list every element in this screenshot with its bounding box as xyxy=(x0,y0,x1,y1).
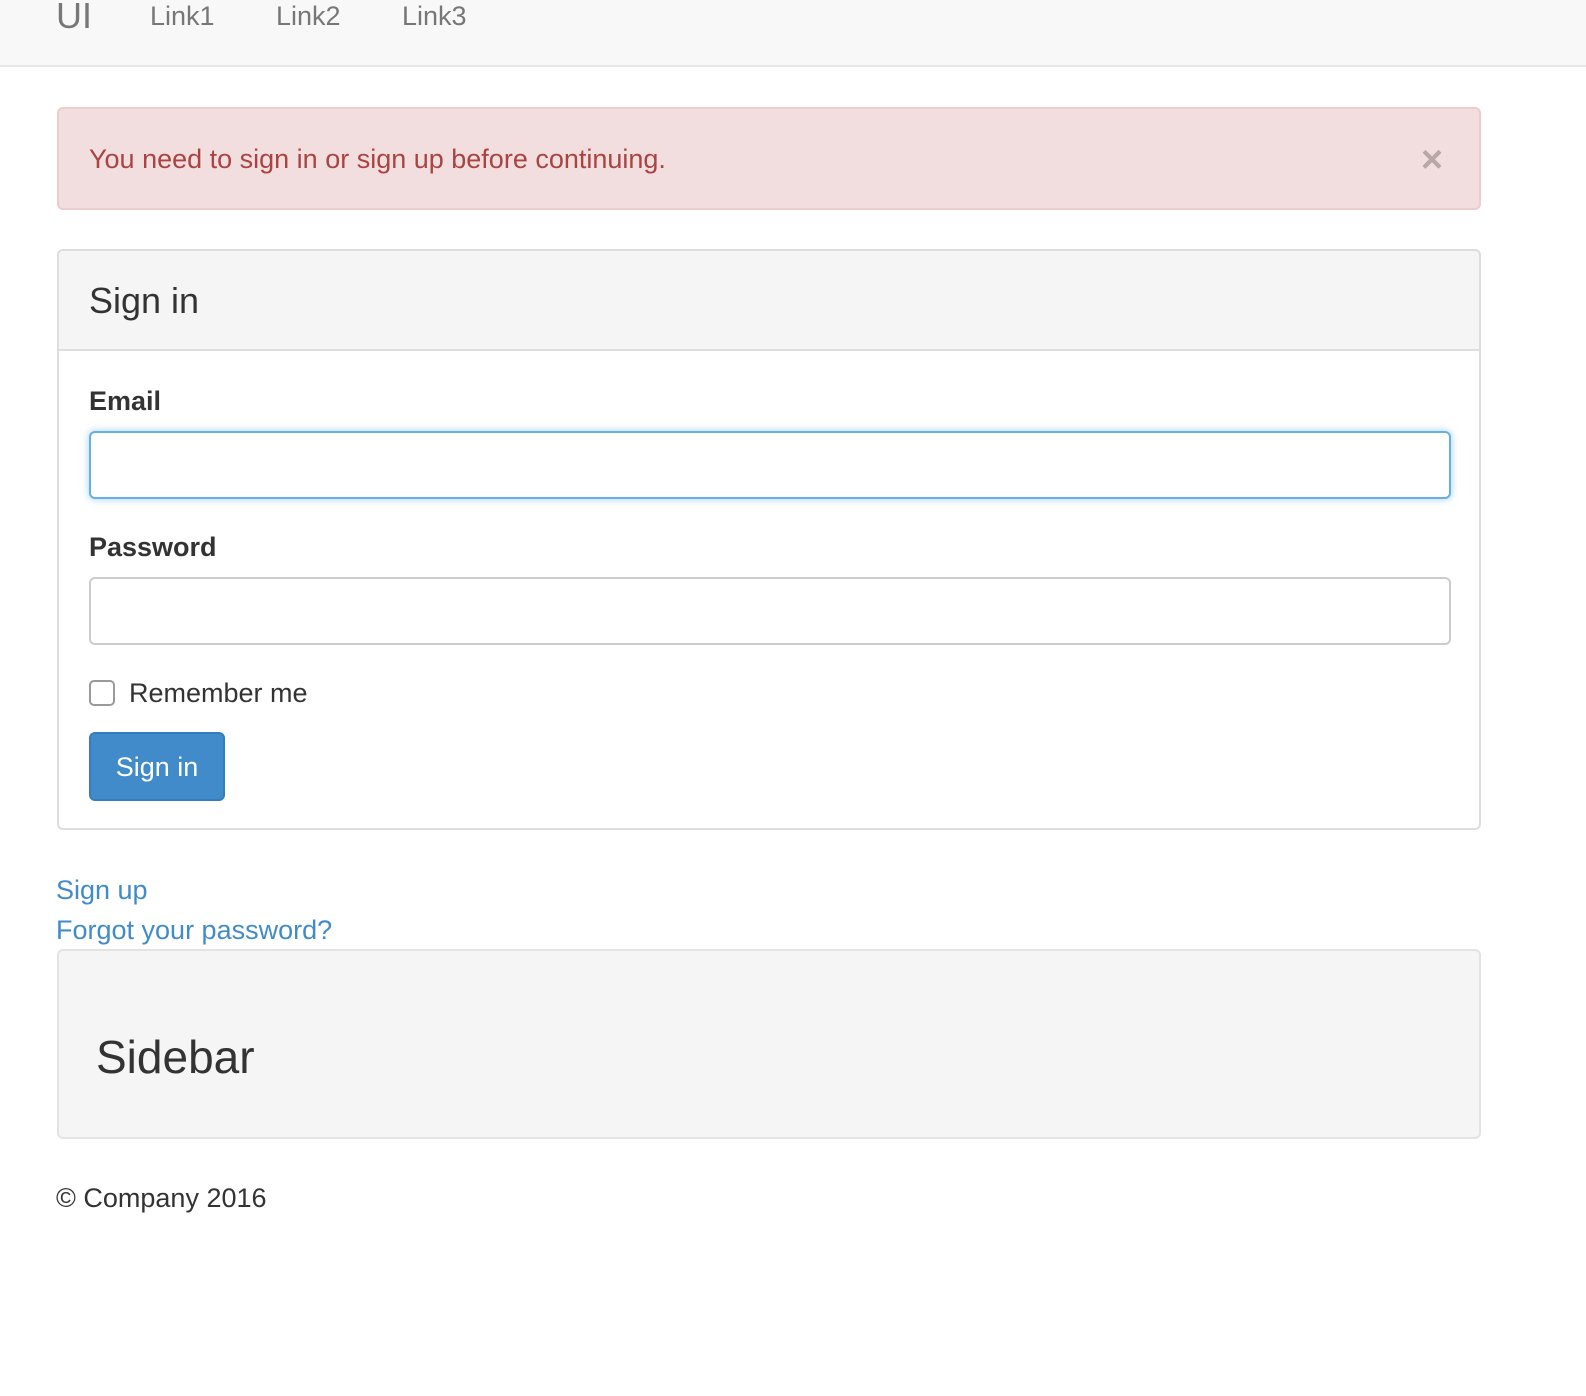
top-navbar: UI Link1 Link2 Link3 xyxy=(0,0,1586,67)
signin-panel: Sign in Email Password Remember me Sign … xyxy=(57,249,1481,830)
panel-heading: Sign in xyxy=(59,251,1479,351)
brand-link[interactable]: UI xyxy=(56,0,92,40)
sign-up-link[interactable]: Sign up xyxy=(56,873,148,907)
sign-in-button[interactable]: Sign in xyxy=(89,732,225,801)
alert-danger: You need to sign in or sign up before co… xyxy=(57,107,1481,210)
email-field[interactable] xyxy=(89,431,1451,499)
forgot-password-link[interactable]: Forgot your password? xyxy=(56,913,332,947)
close-icon[interactable]: × xyxy=(1415,141,1449,179)
nav-link-2[interactable]: Link2 xyxy=(276,0,341,36)
remember-me-checkbox[interactable] xyxy=(89,680,115,706)
nav-link-3[interactable]: Link3 xyxy=(402,0,467,36)
password-label: Password xyxy=(89,532,217,562)
nav-link-1[interactable]: Link1 xyxy=(150,0,215,36)
sidebar-title: Sidebar xyxy=(96,1031,255,1083)
remember-me-label[interactable]: Remember me xyxy=(129,676,308,710)
email-label: Email xyxy=(89,386,162,416)
panel-title: Sign in xyxy=(89,280,200,321)
footer-copyright: © Company 2016 xyxy=(56,1183,267,1213)
alert-message: You need to sign in or sign up before co… xyxy=(89,144,666,174)
password-field[interactable] xyxy=(89,577,1451,645)
sidebar-well: Sidebar xyxy=(57,949,1481,1139)
